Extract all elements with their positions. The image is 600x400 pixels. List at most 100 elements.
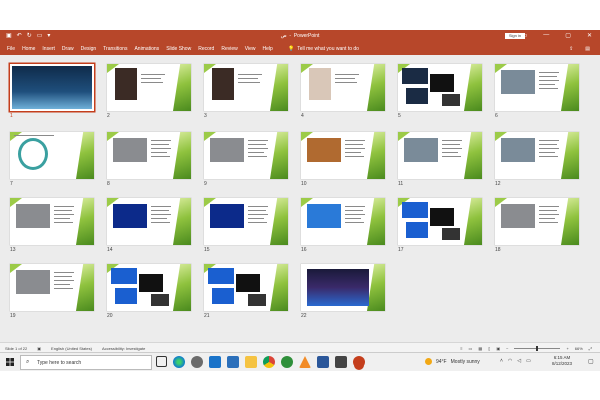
accessibility-status[interactable]: Accessibility: Investigate bbox=[102, 346, 145, 351]
store-icon[interactable] bbox=[335, 356, 347, 368]
slide-number: 9 bbox=[204, 181, 207, 187]
slide-thumbnail[interactable] bbox=[495, 132, 579, 179]
slide-thumbnail[interactable] bbox=[204, 132, 288, 179]
lightbulb-icon: 💡 bbox=[288, 46, 295, 52]
tab-design[interactable]: Design bbox=[81, 46, 97, 52]
slide-number: 4 bbox=[301, 113, 304, 119]
slide-thumbnail[interactable] bbox=[398, 132, 482, 179]
tab-home[interactable]: Home bbox=[22, 46, 35, 52]
slide-thumbnail[interactable] bbox=[204, 264, 288, 311]
tab-insert[interactable]: Insert bbox=[42, 46, 55, 52]
ribbon-tabs: File Home Insert Draw Design Transitions Anima… bbox=[0, 42, 600, 55]
ribbon-right-controls: ⇪ ▤ bbox=[569, 46, 590, 52]
chrome-icon[interactable] bbox=[263, 356, 275, 368]
close-icon[interactable]: ✕ bbox=[587, 32, 592, 39]
task-view-icon[interactable] bbox=[156, 356, 167, 367]
slide-thumbnail[interactable] bbox=[107, 264, 191, 311]
tab-list: File Home Insert Draw Design Transitions Anima… bbox=[7, 46, 273, 52]
reading-view-icon[interactable]: ▯ bbox=[488, 346, 490, 351]
ribbon-display-icon[interactable]: ▭ bbox=[522, 32, 528, 39]
weather-temp: 94°F bbox=[436, 358, 447, 365]
xbox-icon[interactable] bbox=[281, 356, 293, 368]
slide-thumbnail[interactable] bbox=[204, 64, 288, 111]
slide-number: 1 bbox=[10, 113, 13, 119]
slide-number: 11 bbox=[398, 181, 404, 187]
powerpoint-icon[interactable] bbox=[353, 356, 365, 368]
maximize-icon[interactable]: ▢ bbox=[565, 32, 571, 39]
comments-icon[interactable]: ▤ bbox=[585, 46, 590, 52]
vlc-icon[interactable] bbox=[299, 356, 311, 368]
slide-thumbnail[interactable] bbox=[10, 198, 94, 245]
slide-number: 19 bbox=[10, 313, 16, 319]
slide-number: 7 bbox=[10, 181, 13, 187]
slide-thumbnail[interactable] bbox=[107, 198, 191, 245]
fit-to-window-icon[interactable]: ⤢ bbox=[589, 346, 592, 351]
slide-thumbnail[interactable] bbox=[204, 198, 288, 245]
file-explorer-icon[interactable] bbox=[245, 356, 257, 368]
slide-number: 10 bbox=[301, 181, 307, 187]
tab-view[interactable]: View bbox=[245, 46, 256, 52]
tab-animations[interactable]: Animations bbox=[134, 46, 159, 52]
zoom-in-icon[interactable]: + bbox=[566, 346, 568, 351]
tab-file[interactable]: File bbox=[7, 46, 15, 52]
clock[interactable]: 6:15 AM 8/12/2023 bbox=[552, 355, 572, 367]
wifi-icon[interactable]: ◠ bbox=[508, 358, 512, 364]
slide-thumbnail[interactable] bbox=[107, 64, 191, 111]
windows-start-icon[interactable] bbox=[6, 358, 14, 366]
slide-sorter-view-icon[interactable]: ▦ bbox=[478, 346, 482, 351]
zoom-thumb[interactable] bbox=[536, 346, 538, 351]
weather-widget[interactable]: 94°F Mostly sunny bbox=[425, 358, 480, 365]
slide-thumbnail[interactable] bbox=[398, 64, 482, 111]
slide-number: 15 bbox=[204, 247, 210, 253]
slide-thumbnail[interactable] bbox=[301, 264, 385, 311]
slide-thumbnail[interactable] bbox=[10, 132, 94, 179]
photos-icon[interactable] bbox=[227, 356, 239, 368]
slide-thumbnail[interactable] bbox=[107, 132, 191, 179]
tab-slide-show[interactable]: Slide Show bbox=[166, 46, 191, 52]
zoom-out-icon[interactable]: − bbox=[506, 346, 508, 351]
tab-transitions[interactable]: Transitions bbox=[103, 46, 127, 52]
slide-number: 21 bbox=[204, 313, 210, 319]
tell-me-box[interactable]: 💡 Tell me what you want to do bbox=[288, 46, 359, 52]
notifications-icon[interactable]: ▢ bbox=[588, 358, 594, 365]
tab-help[interactable]: Help bbox=[262, 46, 272, 52]
tray-chevron-icon[interactable]: ˄ bbox=[500, 358, 503, 364]
slide-thumbnail[interactable] bbox=[10, 264, 94, 311]
slide-number: 20 bbox=[107, 313, 113, 319]
app-name: PowerPoint bbox=[293, 33, 320, 39]
tell-me-label: Tell me what you want to do bbox=[297, 46, 359, 52]
slide-number: 6 bbox=[495, 113, 498, 119]
tab-review[interactable]: Review bbox=[221, 46, 237, 52]
spellcheck-icon[interactable]: ▣ bbox=[37, 346, 41, 351]
word-icon[interactable] bbox=[317, 356, 329, 368]
slide-thumbnail[interactable] bbox=[301, 132, 385, 179]
slide-thumbnail[interactable] bbox=[301, 198, 385, 245]
slide-thumbnail[interactable] bbox=[495, 198, 579, 245]
slide-thumbnail[interactable] bbox=[10, 64, 94, 111]
slide-number: 2 bbox=[107, 113, 110, 119]
slide-number: 13 bbox=[10, 247, 16, 253]
tab-draw[interactable]: Draw bbox=[62, 46, 74, 52]
notes-icon[interactable]: ≡ bbox=[460, 346, 462, 351]
language-indicator[interactable]: English (United States) bbox=[51, 346, 92, 351]
slideshow-view-icon[interactable]: ▣ bbox=[496, 346, 500, 351]
slide-number: 8 bbox=[107, 181, 110, 187]
weather-desc: Mostly sunny bbox=[450, 358, 480, 365]
slide-thumbnail[interactable] bbox=[301, 64, 385, 111]
taskbar-search[interactable]: ⌕ Type here to search bbox=[20, 355, 152, 370]
settings-icon[interactable] bbox=[191, 356, 203, 368]
slide-sorter: 1 2 3 4 5 6 7 8 9 10 11 12 13 14 15 16 17 18 19 20 21 22 bbox=[0, 55, 600, 342]
normal-view-icon[interactable]: ▭ bbox=[469, 346, 473, 351]
share-icon[interactable]: ⇪ bbox=[569, 46, 573, 52]
slide-number: 14 bbox=[107, 247, 113, 253]
zoom-slider[interactable] bbox=[514, 346, 561, 351]
minimize-icon[interactable]: — bbox=[543, 32, 549, 39]
battery-icon[interactable]: ▭ bbox=[526, 358, 531, 364]
zoom-level[interactable]: 66% bbox=[575, 346, 583, 351]
edge-icon[interactable] bbox=[173, 356, 185, 368]
tab-record[interactable]: Record bbox=[198, 46, 214, 52]
volume-icon[interactable]: ◁ bbox=[517, 358, 521, 364]
slide-thumbnail[interactable] bbox=[398, 198, 482, 245]
slide-thumbnail[interactable] bbox=[495, 64, 579, 111]
mail-icon[interactable] bbox=[209, 356, 221, 368]
